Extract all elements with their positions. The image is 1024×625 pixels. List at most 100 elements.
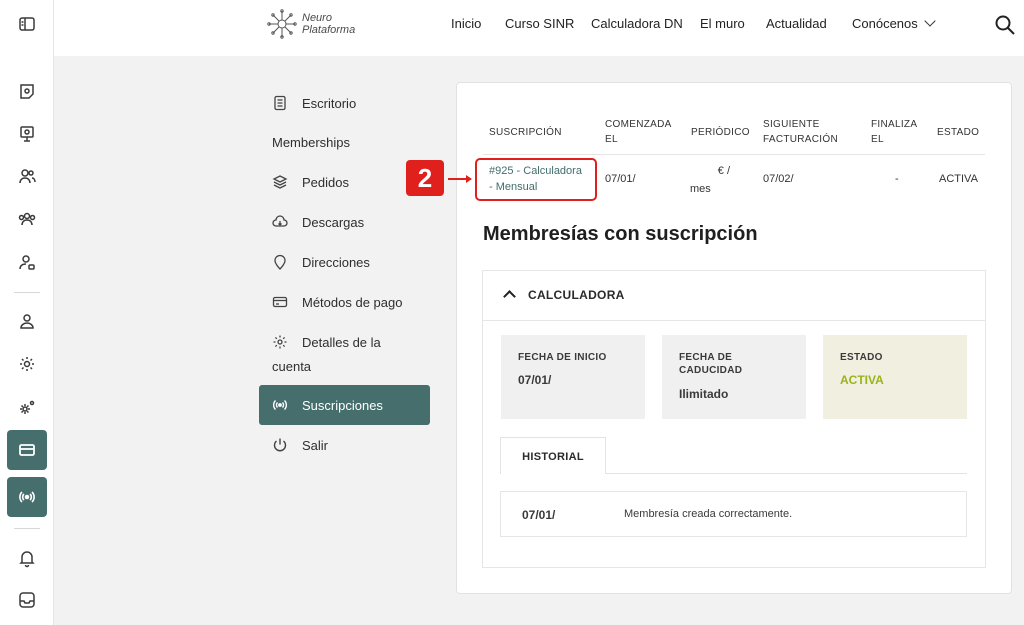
account-menu-metodos-de-pago[interactable]: Métodos de pago — [272, 294, 402, 310]
account-menu-label: Salir — [302, 437, 329, 453]
col-header-subscription: SUSCRIPCIÓN — [489, 127, 562, 138]
nav-curso-sinr[interactable]: Curso SINR — [505, 16, 574, 31]
search-icon[interactable] — [994, 14, 1016, 36]
power-icon — [273, 438, 287, 452]
account-menu-label: Direcciones — [302, 254, 370, 270]
cell-period-l2: mes — [690, 183, 711, 195]
history-date: 07/01/ — [522, 508, 556, 522]
membership-plan-name: CALCULADORA — [528, 288, 625, 302]
chevron-down-icon — [924, 15, 936, 27]
col-header-started-l1: COMENZADA — [605, 119, 672, 130]
nav-el-muro[interactable]: El muro — [700, 16, 745, 31]
expiry-date-label-l1: FECHA DE — [679, 352, 733, 363]
broadcast-icon[interactable] — [7, 477, 47, 517]
nav-conocenos[interactable]: Conócenos — [852, 15, 936, 31]
subscription-link-l1: #925 - Calculadora — [489, 165, 582, 177]
dashboard-icon[interactable] — [7, 71, 47, 111]
expiry-date-box: FECHA DE CADUCIDAD Ilimitado — [662, 335, 806, 419]
account-menu-detalles-cuenta-line2[interactable]: cuenta — [272, 359, 311, 374]
nav-actualidad[interactable]: Actualidad — [766, 16, 827, 31]
cell-started: 07/01/ — [605, 173, 636, 185]
subscription-link[interactable]: #925 - Calculadora - Mensual — [475, 158, 597, 201]
nav-calculadora-dn[interactable]: Calculadora DN — [591, 16, 683, 31]
logo-line1: Neuro — [302, 12, 332, 24]
cell-status: ACTIVA — [939, 173, 978, 185]
col-header-next: SIGUIENTE FACTURACIÓN — [763, 117, 838, 147]
account-menu-label: Escritorio — [302, 95, 357, 111]
location-pin-icon — [274, 254, 286, 270]
site-logo[interactable]: Neuro Plataforma — [265, 7, 355, 41]
history-message: Membresía creada correctamente. — [624, 508, 793, 520]
nav-conocenos-label: Conócenos — [852, 16, 918, 31]
tab-historial[interactable]: HISTORIAL — [500, 437, 606, 474]
start-date-value: 07/01/ — [518, 373, 552, 387]
start-date-box: FECHA DE INICIO 07/01/ — [501, 335, 645, 419]
cell-next: 07/02/ — [763, 173, 794, 185]
gears-icon[interactable] — [7, 388, 47, 428]
status-value: ACTIVA — [840, 373, 884, 387]
cell-period: € / mes — [690, 163, 730, 197]
inbox-icon[interactable] — [7, 580, 47, 620]
status-box: ESTADO ACTIVA — [823, 335, 967, 419]
annotation-arrow-icon — [448, 175, 472, 183]
presentation-icon[interactable] — [7, 114, 47, 154]
col-header-next-l1: SIGUIENTE — [763, 119, 820, 130]
expiry-date-label-l2: CADUCIDAD — [679, 365, 743, 376]
table-header-divider — [483, 154, 985, 155]
cell-period-l1: € / — [717, 165, 730, 177]
group-icon[interactable] — [7, 199, 47, 239]
subscription-link-l2: - Mensual — [489, 181, 538, 193]
logo-text: Neuro Plataforma — [302, 12, 355, 36]
account-menu-label: Descargas — [302, 214, 365, 230]
broadcast-icon — [273, 400, 287, 410]
account-menu-label: Memberships — [272, 135, 351, 150]
account-menu-direcciones[interactable]: Direcciones — [272, 254, 370, 270]
account-menu-label: Suscripciones — [302, 397, 383, 413]
account-menu-escritorio[interactable]: Escritorio — [272, 95, 356, 111]
account-menu-label: Detalles de la — [302, 334, 381, 350]
expiry-date-value: Ilimitado — [679, 387, 729, 401]
layers-icon — [272, 175, 288, 189]
start-date-label: FECHA DE INICIO — [518, 352, 607, 363]
col-header-started: COMENZADA EL — [605, 117, 672, 147]
account-menu-label-line2: cuenta — [272, 359, 312, 374]
bell-icon[interactable] — [7, 538, 47, 578]
nav-inicio[interactable]: Inicio — [451, 16, 481, 31]
top-navigation-bar: Neuro Plataforma Inicio Curso SINR Calcu… — [54, 0, 1024, 56]
brain-logo-icon — [267, 9, 297, 39]
account-menu-pedidos[interactable]: Pedidos — [272, 174, 349, 190]
col-header-period: PERIÓDICO — [691, 127, 750, 138]
cloud-download-icon — [272, 215, 288, 227]
membership-accordion-header[interactable]: CALCULADORA — [483, 271, 985, 321]
sidebar-toggle-icon[interactable] — [7, 4, 47, 44]
account-menu-memberships[interactable]: Memberships — [272, 135, 350, 150]
gear-icon — [273, 335, 287, 349]
document-icon — [274, 95, 286, 111]
memberships-title: Membresías con suscripción — [483, 223, 758, 245]
status-label: ESTADO — [840, 352, 883, 363]
credit-card-icon — [272, 296, 288, 308]
account-menu-label: Pedidos — [302, 174, 349, 190]
rail-divider — [14, 292, 40, 293]
card-icon[interactable] — [7, 430, 47, 470]
col-header-ends-l2: EL — [871, 134, 884, 145]
account-menu-detalles-cuenta[interactable]: Detalles de la — [272, 334, 381, 350]
account-menu-salir[interactable]: Salir — [272, 437, 328, 453]
tab-divider — [606, 473, 967, 474]
users-icon[interactable] — [7, 156, 47, 196]
col-header-status: ESTADO — [937, 127, 980, 138]
user-settings-icon[interactable] — [7, 242, 47, 282]
cell-ends: - — [895, 173, 899, 185]
rail-divider — [14, 528, 40, 529]
left-rail — [0, 0, 54, 625]
col-header-ends-l1: FINALIZA — [871, 119, 918, 130]
account-menu-descargas[interactable]: Descargas — [272, 214, 364, 230]
chevron-up-icon — [503, 290, 516, 303]
col-header-next-l2: FACTURACIÓN — [763, 134, 838, 145]
gear-icon[interactable] — [7, 344, 47, 384]
user-icon[interactable] — [7, 301, 47, 341]
logo-line2: Plataforma — [302, 24, 356, 36]
account-menu-label: Métodos de pago — [302, 294, 403, 310]
history-row: 07/01/ Membresía creada correctamente. — [500, 491, 967, 537]
account-menu-suscripciones[interactable]: Suscripciones — [259, 385, 430, 425]
